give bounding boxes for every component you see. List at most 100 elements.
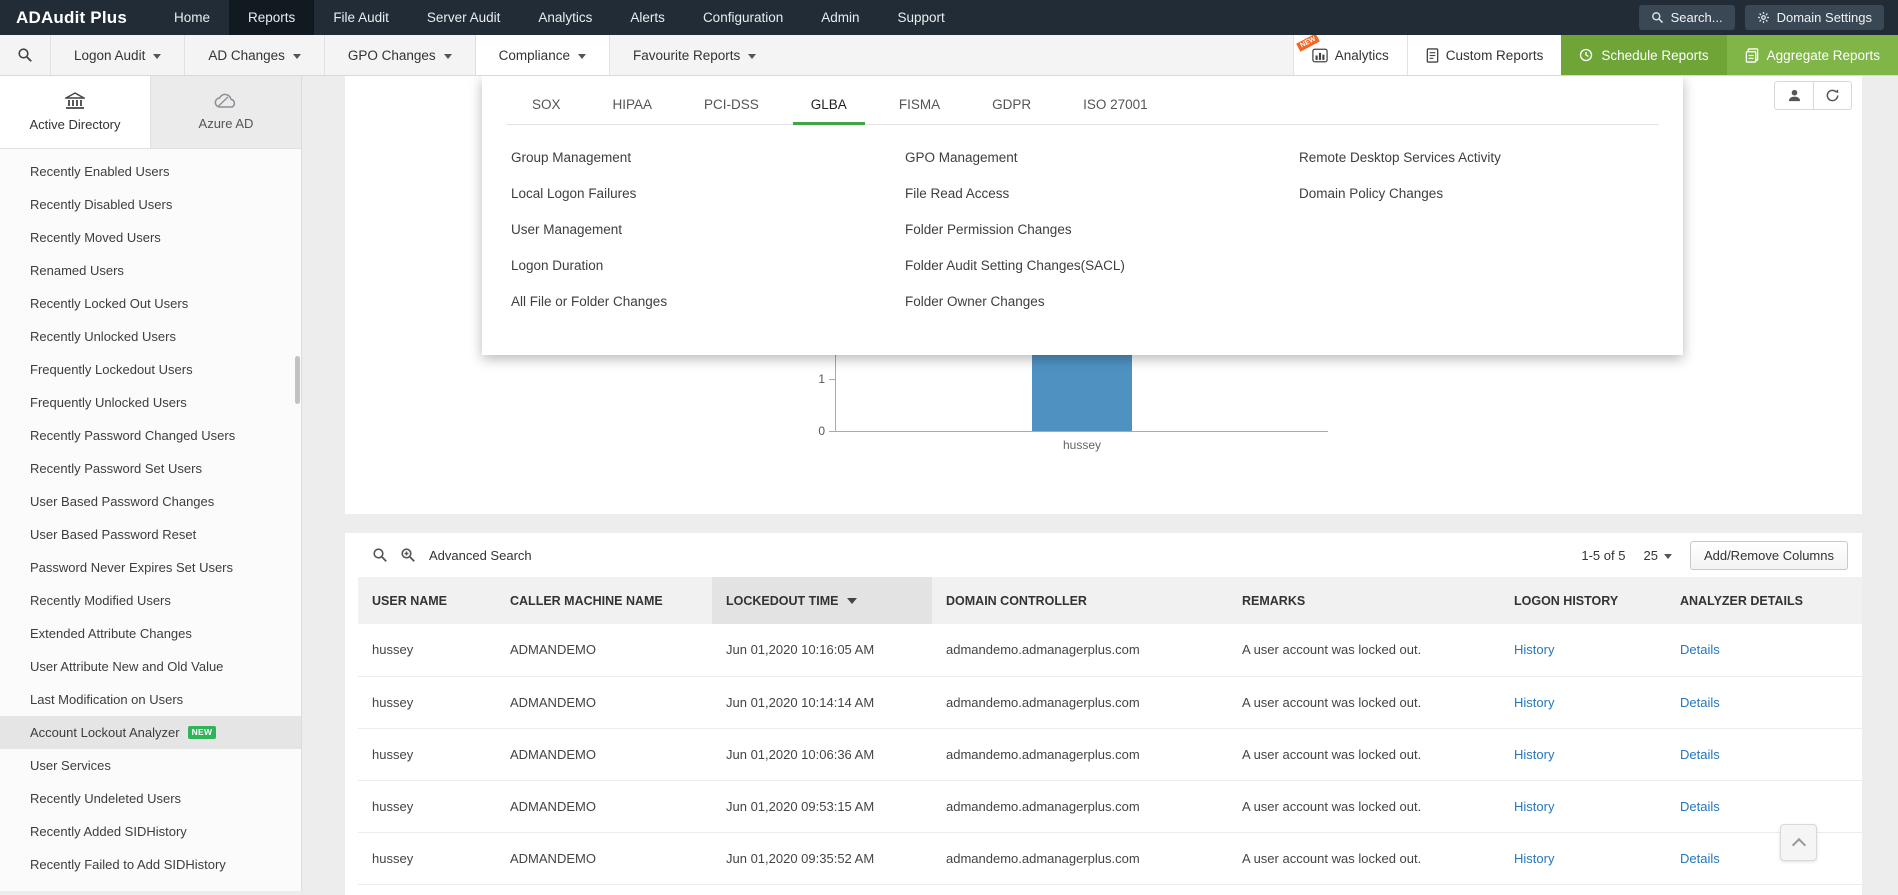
analytics-chart-icon	[1312, 48, 1328, 63]
menu-gpo-changes[interactable]: GPO Changes	[323, 35, 475, 75]
col-header-user-name[interactable]: USER NAME	[358, 577, 496, 624]
sidebar-item-account-lockout-analyzer[interactable]: Account Lockout Analyzer NEW	[0, 716, 301, 749]
nav-item-analytics[interactable]: Analytics	[519, 0, 611, 35]
nav-item-admin[interactable]: Admin	[802, 0, 878, 35]
sidebar-item[interactable]: Recently Modified Users	[0, 584, 301, 617]
col-header-remarks[interactable]: REMARKS	[1228, 577, 1500, 624]
sidebar-item[interactable]: User Based Password Reset	[0, 518, 301, 551]
sidebar-item[interactable]: Renamed Users	[0, 254, 301, 287]
report-link[interactable]: GPO Management	[905, 139, 1299, 175]
nav-item-server-audit[interactable]: Server Audit	[408, 0, 520, 35]
gear-icon	[1757, 11, 1770, 24]
report-link[interactable]: Remote Desktop Services Activity	[1299, 139, 1683, 175]
sidebar-item[interactable]: Recently Locked Out Users	[0, 287, 301, 320]
report-search-button[interactable]	[0, 35, 50, 75]
sidebar-item[interactable]: User Services	[0, 749, 301, 782]
tab-active-directory[interactable]: Active Directory	[0, 76, 150, 148]
schedule-reports-button[interactable]: Schedule Reports	[1561, 35, 1727, 75]
nav-item-configuration[interactable]: Configuration	[684, 0, 802, 35]
report-link[interactable]: Group Management	[511, 139, 905, 175]
advanced-search-icon[interactable]	[400, 547, 417, 563]
refresh-icon-button[interactable]	[1813, 82, 1851, 109]
tab-glba[interactable]: GLBA	[785, 84, 873, 125]
lockout-table: USER NAME CALLER MACHINE NAME LOCKEDOUT …	[358, 577, 1862, 885]
nav-item-reports[interactable]: Reports	[229, 0, 315, 35]
sidebar-item[interactable]: Frequently Unlocked Users	[0, 386, 301, 419]
y-tickmark	[829, 379, 835, 380]
col-header-logon-history[interactable]: LOGON HISTORY	[1500, 577, 1666, 624]
details-link[interactable]: Details	[1680, 695, 1720, 710]
cell-dc: admandemo.admanagerplus.com	[932, 728, 1228, 781]
sidebar-item[interactable]: Recently Password Changed Users	[0, 419, 301, 452]
history-link[interactable]: History	[1514, 695, 1554, 710]
col-header-caller-machine[interactable]: CALLER MACHINE NAME	[496, 577, 712, 624]
domain-settings-label: Domain Settings	[1776, 10, 1872, 25]
col-header-domain-controller[interactable]: DOMAIN CONTROLLER	[932, 577, 1228, 624]
search-icon[interactable]	[372, 547, 388, 563]
add-remove-columns-button[interactable]: Add/Remove Columns	[1689, 540, 1848, 570]
sidebar-item[interactable]: Frequently Lockedout Users	[0, 353, 301, 386]
report-link[interactable]: Domain Policy Changes	[1299, 175, 1683, 211]
tab-pci-dss[interactable]: PCI-DSS	[678, 84, 785, 124]
menu-compliance[interactable]: Compliance	[474, 35, 609, 75]
sidebar-item[interactable]: Recently Password Set Users	[0, 452, 301, 485]
sidebar-item[interactable]: Recently Failed to Add SIDHistory	[0, 848, 301, 881]
history-link[interactable]: History	[1514, 642, 1554, 657]
history-link[interactable]: History	[1514, 851, 1554, 866]
scroll-to-top-button[interactable]	[1780, 824, 1817, 861]
col-header-analyzer-details[interactable]: ANALYZER DETAILS	[1666, 577, 1862, 624]
global-search-button[interactable]: Search...	[1638, 5, 1735, 30]
details-link[interactable]: Details	[1680, 642, 1720, 657]
tab-sox[interactable]: SOX	[506, 84, 587, 124]
cell-dc: admandemo.admanagerplus.com	[932, 832, 1228, 885]
sidebar-item[interactable]: Recently Undeleted Users	[0, 782, 301, 815]
col-header-label: REMARKS	[1242, 593, 1306, 608]
menu-favourite-reports[interactable]: Favourite Reports	[608, 35, 779, 75]
user-icon-button[interactable]	[1775, 82, 1813, 109]
sidebar-item[interactable]: Recently Added SIDHistory	[0, 815, 301, 848]
report-link[interactable]: Folder Owner Changes	[905, 283, 1299, 319]
sidebar-item[interactable]: Recently Enabled Users	[0, 155, 301, 188]
history-link[interactable]: History	[1514, 799, 1554, 814]
report-link[interactable]: File Read Access	[905, 175, 1299, 211]
advanced-search-link[interactable]: Advanced Search	[429, 548, 532, 563]
report-link[interactable]: Logon Duration	[511, 247, 905, 283]
sidebar-item-label: User Attribute New and Old Value	[30, 659, 224, 674]
report-link[interactable]: All File or Folder Changes	[511, 283, 905, 319]
sidebar-item[interactable]: User Based Password Changes	[0, 485, 301, 518]
nav-item-alerts[interactable]: Alerts	[611, 0, 684, 35]
tab-azure-ad[interactable]: Azure AD	[150, 76, 301, 148]
report-link[interactable]: User Management	[511, 211, 905, 247]
nav-item-file-audit[interactable]: File Audit	[314, 0, 408, 35]
tab-iso-27001[interactable]: ISO 27001	[1057, 84, 1174, 124]
analytics-button[interactable]: NEW Analytics	[1292, 33, 1407, 75]
tab-gdpr[interactable]: GDPR	[966, 84, 1057, 124]
menu-ad-changes[interactable]: AD Changes	[184, 35, 324, 75]
sidebar-item[interactable]: Recently Unlocked Users	[0, 320, 301, 353]
report-link[interactable]: Folder Permission Changes	[905, 211, 1299, 247]
nav-item-support[interactable]: Support	[879, 0, 964, 35]
sidebar-item[interactable]: User Attribute New and Old Value	[0, 650, 301, 683]
sidebar-item[interactable]: Last Modification on Users	[0, 683, 301, 716]
sidebar-item[interactable]: Password Never Expires Set Users	[0, 551, 301, 584]
sidebar-item[interactable]: Extended Attribute Changes	[0, 617, 301, 650]
aggregate-reports-button[interactable]: Aggregate Reports	[1726, 35, 1898, 75]
cell-dc: admandemo.admanagerplus.com	[932, 780, 1228, 833]
history-link[interactable]: History	[1514, 747, 1554, 762]
sidebar-scrollbar[interactable]	[295, 356, 300, 404]
menu-logon-audit[interactable]: Logon Audit	[50, 35, 184, 75]
domain-settings-button[interactable]: Domain Settings	[1744, 5, 1884, 30]
sidebar-item[interactable]: Recently Moved Users	[0, 221, 301, 254]
tab-hipaa[interactable]: HIPAA	[587, 84, 679, 124]
custom-reports-button[interactable]: Custom Reports	[1406, 35, 1562, 75]
col-header-lockedout-time[interactable]: LOCKEDOUT TIME	[712, 577, 932, 624]
report-link[interactable]: Local Logon Failures	[511, 175, 905, 211]
page-size-dropdown[interactable]: 25	[1643, 548, 1672, 563]
details-link[interactable]: Details	[1680, 747, 1720, 762]
tab-fisma[interactable]: FISMA	[873, 84, 966, 124]
sidebar-item[interactable]: Recently Disabled Users	[0, 188, 301, 221]
report-link[interactable]: Folder Audit Setting Changes(SACL)	[905, 247, 1299, 283]
nav-item-home[interactable]: Home	[155, 0, 229, 35]
details-link[interactable]: Details	[1680, 799, 1720, 814]
details-link[interactable]: Details	[1680, 851, 1720, 866]
